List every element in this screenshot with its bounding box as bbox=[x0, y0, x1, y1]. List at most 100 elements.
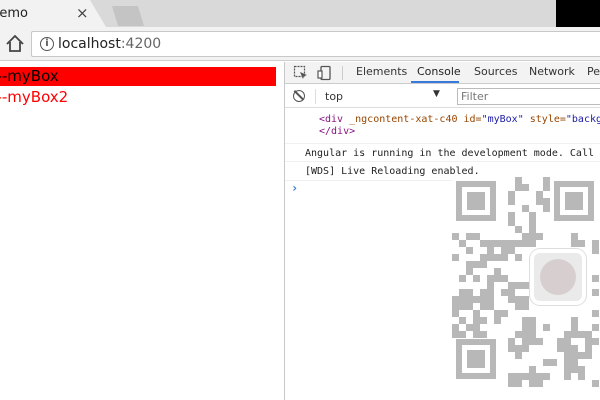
qr-module bbox=[480, 240, 487, 247]
qr-module bbox=[571, 324, 578, 331]
browser-tab[interactable]: rdemo × bbox=[0, 0, 106, 27]
qr-module bbox=[522, 338, 529, 345]
qr-module bbox=[585, 331, 592, 338]
qr-module bbox=[529, 233, 536, 240]
clear-console-icon[interactable] bbox=[293, 90, 305, 102]
console-prompt-icon[interactable]: › bbox=[291, 181, 298, 195]
filter-input[interactable] bbox=[457, 88, 600, 105]
qr-module bbox=[529, 373, 536, 380]
qr-module bbox=[571, 366, 578, 373]
my-box-2-text: v--myBox2 bbox=[0, 88, 69, 106]
qr-module bbox=[473, 233, 480, 240]
qr-module bbox=[459, 296, 466, 303]
qr-module bbox=[515, 226, 522, 233]
qr-module bbox=[578, 331, 585, 338]
tab-close-icon[interactable]: × bbox=[76, 4, 89, 22]
console-toolbar: top ▼ bbox=[285, 85, 600, 108]
url-text: localhost:4200 bbox=[58, 36, 162, 52]
qr-module bbox=[452, 233, 459, 240]
qr-module bbox=[522, 240, 529, 247]
qr-module bbox=[473, 275, 480, 282]
qr-module bbox=[480, 317, 487, 324]
qr-module bbox=[522, 324, 529, 331]
tab-elements[interactable]: Elements bbox=[356, 65, 407, 78]
page-viewport: v--myBox v--myBox2 bbox=[0, 62, 284, 400]
qr-module bbox=[522, 345, 529, 352]
qr-module bbox=[529, 226, 536, 233]
qr-module bbox=[508, 345, 515, 352]
qr-finder-pattern bbox=[456, 339, 496, 379]
tab-console[interactable]: Console bbox=[417, 65, 461, 78]
device-toolbar-icon[interactable] bbox=[317, 65, 333, 81]
context-selector[interactable]: top bbox=[325, 90, 343, 103]
qr-module bbox=[564, 338, 571, 345]
my-box-2: v--myBox2 bbox=[0, 88, 276, 107]
qr-module bbox=[564, 373, 571, 380]
qr-module bbox=[473, 331, 480, 338]
qr-module bbox=[515, 184, 522, 191]
qr-finder-pattern bbox=[456, 181, 496, 221]
qr-module bbox=[487, 296, 494, 303]
qr-module bbox=[508, 240, 515, 247]
qr-module bbox=[466, 233, 473, 240]
qr-module bbox=[515, 240, 522, 247]
qr-module bbox=[543, 324, 550, 331]
qr-module bbox=[515, 331, 522, 338]
qr-module bbox=[508, 289, 515, 296]
qr-module bbox=[459, 331, 466, 338]
qr-module bbox=[508, 373, 515, 380]
qr-module bbox=[585, 352, 592, 359]
qr-module bbox=[536, 380, 543, 387]
console-toolbar-divider bbox=[315, 89, 316, 104]
qr-module bbox=[459, 289, 466, 296]
qr-module bbox=[585, 338, 592, 345]
qr-module bbox=[522, 331, 529, 338]
qr-module bbox=[515, 352, 522, 359]
qr-module bbox=[564, 331, 571, 338]
qr-module bbox=[522, 303, 529, 310]
qr-module bbox=[515, 373, 522, 380]
console-message: Angular is running in the development mo… bbox=[285, 143, 600, 162]
qr-module bbox=[466, 296, 473, 303]
qr-module bbox=[571, 359, 578, 366]
inspect-element-icon[interactable] bbox=[293, 65, 309, 81]
qr-module bbox=[529, 317, 536, 324]
qr-module bbox=[473, 261, 480, 268]
tab-network[interactable]: Network bbox=[529, 65, 575, 78]
info-icon[interactable]: i bbox=[40, 37, 54, 51]
qr-module bbox=[592, 338, 599, 345]
qr-module bbox=[543, 205, 550, 212]
qr-module bbox=[508, 198, 515, 205]
tab-title: rdemo bbox=[0, 6, 28, 21]
qr-module bbox=[487, 254, 494, 261]
qr-module bbox=[452, 303, 459, 310]
devtools-divider bbox=[342, 66, 343, 80]
qr-module bbox=[522, 233, 529, 240]
qr-module bbox=[480, 261, 487, 268]
qr-module bbox=[466, 303, 473, 310]
qr-module bbox=[459, 303, 466, 310]
qr-module bbox=[522, 317, 529, 324]
qr-module bbox=[487, 289, 494, 296]
chevron-down-icon[interactable]: ▼ bbox=[433, 89, 440, 99]
qr-module bbox=[494, 275, 501, 282]
home-icon[interactable] bbox=[4, 33, 26, 55]
new-tab-button[interactable] bbox=[112, 6, 144, 26]
qr-module bbox=[550, 359, 557, 366]
qr-module bbox=[543, 359, 550, 366]
tab-sources[interactable]: Sources bbox=[474, 65, 518, 78]
qr-module bbox=[522, 296, 529, 303]
qr-module bbox=[564, 352, 571, 359]
qr-logo bbox=[530, 249, 586, 305]
qr-module bbox=[487, 303, 494, 310]
qr-module bbox=[473, 317, 480, 324]
qr-module bbox=[522, 282, 529, 289]
qr-module bbox=[592, 247, 599, 254]
console-element-line[interactable]: <div _ngcontent-xat-c40 id="myBox" style… bbox=[319, 113, 600, 126]
address-bar[interactable]: i localhost:4200 bbox=[31, 31, 600, 57]
qr-module bbox=[515, 296, 522, 303]
qr-module bbox=[536, 191, 543, 198]
qr-module bbox=[452, 296, 459, 303]
tab-performance[interactable]: Pe bbox=[587, 65, 600, 78]
qr-module bbox=[592, 289, 599, 296]
